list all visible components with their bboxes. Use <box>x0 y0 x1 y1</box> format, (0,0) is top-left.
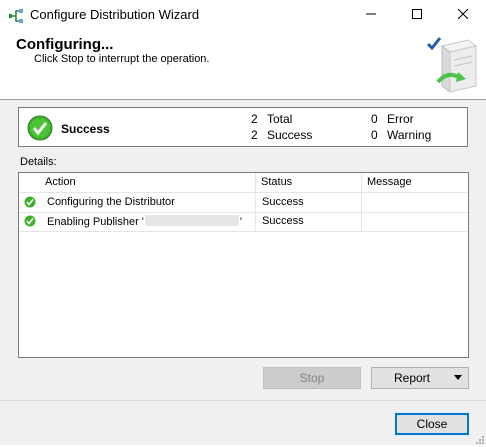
summary-panel: Success 2 Total 2 Success 0 Error 0 Warn… <box>18 107 468 147</box>
total-label: Total <box>267 112 293 126</box>
page-subtitle: Click Stop to interrupt the operation. <box>34 53 210 65</box>
success-icon <box>24 196 36 208</box>
close-window-button[interactable] <box>440 0 486 30</box>
minimize-icon <box>366 8 376 22</box>
column-header-action[interactable]: Action <box>45 176 76 188</box>
error-count: 0 <box>371 112 378 126</box>
grid-header: Action Status Message <box>19 173 468 193</box>
success-count: 2 <box>251 128 258 142</box>
footer-separator <box>0 400 486 401</box>
success-check-icon <box>27 115 53 141</box>
redacted-server-name <box>144 215 239 226</box>
details-label: Details: <box>20 156 57 168</box>
success-label: Success <box>267 128 313 142</box>
row-action: Enabling Publisher ' ' <box>47 215 242 228</box>
total-count: 2 <box>251 112 258 126</box>
column-divider[interactable] <box>361 173 362 192</box>
maximize-button[interactable] <box>394 0 440 30</box>
report-button[interactable]: Report <box>371 367 469 389</box>
stop-button[interactable]: Stop <box>263 367 361 389</box>
action-suffix: ' <box>239 216 242 228</box>
close-icon <box>457 8 469 22</box>
warning-count: 0 <box>371 128 378 142</box>
report-label: Report <box>393 371 431 385</box>
page-title: Configuring... <box>16 36 114 53</box>
error-label: Error <box>387 112 414 126</box>
table-row[interactable]: Configuring the Distributor Success <box>19 193 468 213</box>
window-title: Configure Distribution Wizard <box>30 7 200 22</box>
column-divider[interactable] <box>255 173 256 192</box>
success-icon <box>24 215 36 227</box>
wizard-icon <box>8 8 24 24</box>
table-row[interactable]: Enabling Publisher ' ' Success <box>19 212 468 232</box>
minimize-button[interactable] <box>348 0 394 30</box>
server-check-icon <box>424 32 480 96</box>
warning-label: Warning <box>387 128 432 142</box>
column-header-message[interactable]: Message <box>367 176 412 188</box>
title-bar: Configure Distribution Wizard <box>0 0 486 30</box>
cell-divider <box>255 212 256 231</box>
row-status: Success <box>262 215 304 227</box>
close-button[interactable]: Close <box>395 413 469 435</box>
maximize-icon <box>412 8 422 22</box>
row-status: Success <box>262 196 304 208</box>
row-action: Configuring the Distributor <box>47 196 175 208</box>
cell-divider <box>361 193 362 212</box>
cell-divider <box>361 212 362 231</box>
action-prefix: Enabling Publisher ' <box>47 216 144 228</box>
column-header-status[interactable]: Status <box>261 176 292 188</box>
wizard-body: Success 2 Total 2 Success 0 Error 0 Warn… <box>0 100 486 445</box>
details-grid[interactable]: Action Status Message Configuring the Di… <box>18 172 469 358</box>
summary-status: Success <box>61 122 110 136</box>
wizard-header: Configuring... Click Stop to interrupt t… <box>0 30 486 100</box>
chevron-down-icon <box>454 375 462 380</box>
resize-grip-icon[interactable] <box>474 433 484 444</box>
cell-divider <box>255 193 256 212</box>
